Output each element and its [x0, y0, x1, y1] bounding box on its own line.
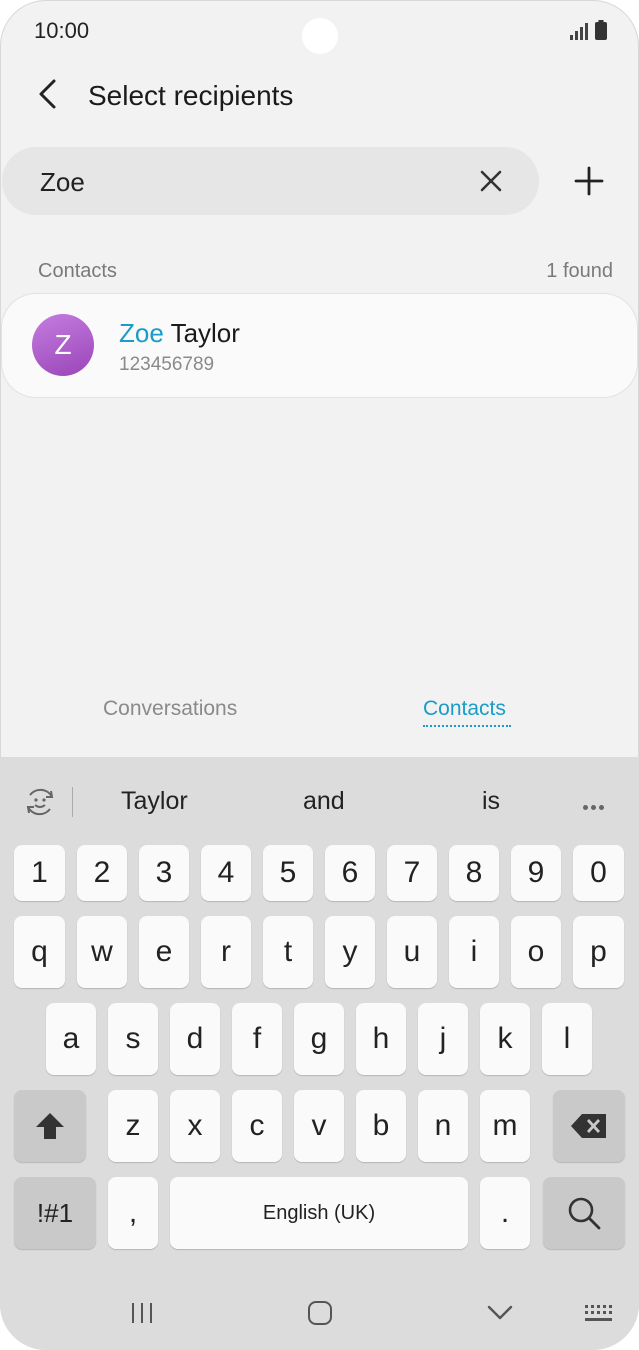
suggestion-word-1[interactable]: Taylor [121, 787, 188, 816]
shift-icon [36, 1113, 64, 1139]
status-bar: 10:00 [0, 0, 639, 64]
tab-contacts-indicator [423, 725, 511, 727]
key-d[interactable]: d [170, 1003, 220, 1075]
recent-apps-icon[interactable] [130, 1300, 154, 1326]
tab-conversations[interactable]: Conversations [103, 697, 237, 721]
key-3[interactable]: 3 [139, 845, 189, 901]
add-recipient-icon[interactable] [570, 162, 608, 200]
key-n[interactable]: n [418, 1090, 468, 1162]
key-z[interactable]: z [108, 1090, 158, 1162]
signal-icon [570, 23, 588, 40]
phone-screen: 10:00 Select recipients Zoe Contacts 1 f… [0, 0, 639, 1350]
emoji-sync-icon[interactable] [22, 784, 58, 820]
hide-keyboard-icon[interactable] [486, 1304, 514, 1322]
key-h[interactable]: h [356, 1003, 406, 1075]
contacts-found-count: 1 found [546, 260, 613, 282]
key-y[interactable]: y [325, 916, 375, 988]
key-c[interactable]: c [232, 1090, 282, 1162]
recipient-search[interactable] [2, 147, 539, 217]
suggestion-word-3[interactable]: is [482, 787, 500, 816]
key-a[interactable]: a [46, 1003, 96, 1075]
key-1[interactable]: 1 [14, 845, 65, 901]
key-f[interactable]: f [232, 1003, 282, 1075]
key-0[interactable]: 0 [573, 845, 624, 901]
clear-search-icon[interactable] [477, 167, 505, 195]
symbols-key[interactable]: !#1 [14, 1177, 96, 1249]
status-time: 10:00 [34, 18, 90, 43]
key-q[interactable]: q [14, 916, 65, 988]
keyboard-switch-icon[interactable] [584, 1304, 614, 1324]
key-7[interactable]: 7 [387, 845, 437, 901]
contact-avatar: Z [32, 314, 94, 376]
back-arrow-icon [39, 79, 56, 109]
suggestion-bar: Taylor and is [0, 757, 639, 843]
key-k[interactable]: k [480, 1003, 530, 1075]
space-key[interactable]: English (UK) [170, 1177, 468, 1249]
battery-icon [595, 20, 607, 40]
backspace-icon [571, 1114, 606, 1138]
key-m[interactable]: m [480, 1090, 530, 1162]
backspace-key[interactable] [553, 1090, 625, 1162]
key-x[interactable]: x [170, 1090, 220, 1162]
key-r[interactable]: r [201, 916, 251, 988]
key-2[interactable]: 2 [77, 845, 127, 901]
camera-cutout [302, 18, 338, 54]
key-b[interactable]: b [356, 1090, 406, 1162]
key-l[interactable]: l [542, 1003, 592, 1075]
key-t[interactable]: t [263, 916, 313, 988]
key-j[interactable]: j [418, 1003, 468, 1075]
suggestion-divider [72, 787, 73, 817]
key-6[interactable]: 6 [325, 845, 375, 901]
key-o[interactable]: o [511, 916, 561, 988]
contact-number: 123456789 [119, 354, 215, 375]
search-key[interactable] [543, 1177, 625, 1249]
navigation-bar [0, 1278, 639, 1350]
contact-name-match: Zoe [119, 318, 164, 348]
key-p[interactable]: p [573, 916, 624, 988]
search-icon [568, 1197, 601, 1230]
key-v[interactable]: v [294, 1090, 344, 1162]
key-i[interactable]: i [449, 916, 499, 988]
key-s[interactable]: s [108, 1003, 158, 1075]
home-icon[interactable] [307, 1300, 333, 1326]
recipient-search-input[interactable] [38, 147, 462, 217]
contact-name: Zoe Taylor [119, 318, 240, 349]
contact-item[interactable]: Z Zoe Taylor 123456789 [2, 294, 637, 397]
contacts-section-label: Contacts [38, 260, 117, 282]
back-button[interactable] [28, 74, 68, 114]
page-title: Select recipients [88, 80, 294, 111]
shift-key[interactable] [14, 1090, 86, 1162]
app-header: Select recipients [0, 64, 639, 128]
contact-name-rest: Taylor [163, 318, 240, 348]
comma-key[interactable]: , [108, 1177, 158, 1249]
status-icons [569, 20, 607, 40]
tab-contacts[interactable]: Contacts [423, 697, 506, 721]
key-u[interactable]: u [387, 916, 437, 988]
key-w[interactable]: w [77, 916, 127, 988]
key-8[interactable]: 8 [449, 845, 499, 901]
more-options-icon[interactable] [583, 797, 607, 815]
key-9[interactable]: 9 [511, 845, 561, 901]
key-e[interactable]: e [139, 916, 189, 988]
keyboard: Taylor and is 1 2 3 4 5 6 7 8 9 0 q w e … [0, 757, 639, 1350]
period-key[interactable]: . [480, 1177, 530, 1249]
key-5[interactable]: 5 [263, 845, 313, 901]
key-g[interactable]: g [294, 1003, 344, 1075]
suggestion-word-2[interactable]: and [303, 787, 345, 816]
key-4[interactable]: 4 [201, 845, 251, 901]
